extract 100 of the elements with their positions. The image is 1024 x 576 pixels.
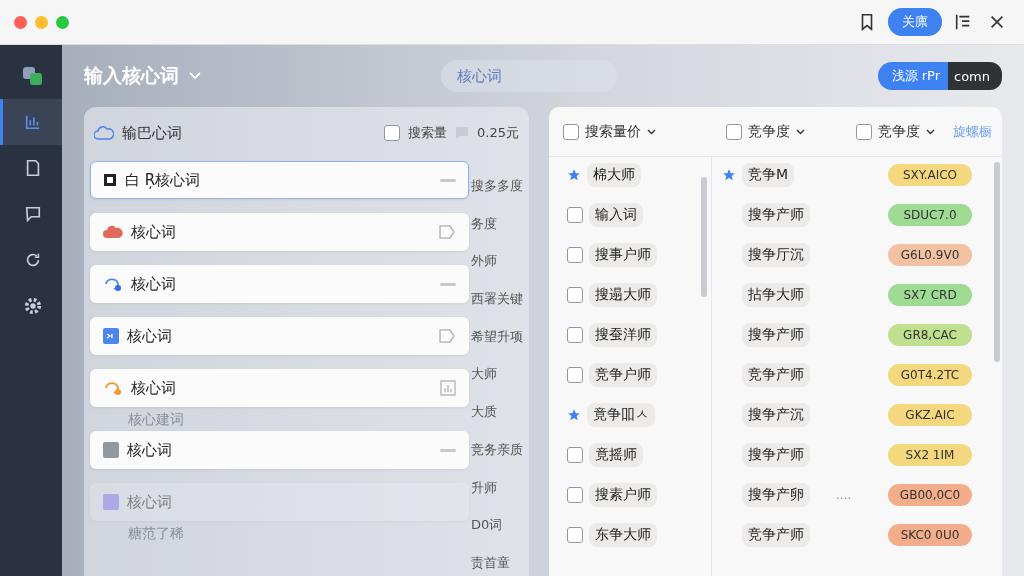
close-icon[interactable]	[988, 13, 1006, 31]
keyword-text: 白 Ŗ核心词	[125, 170, 202, 190]
keyword-chip: 搜争产师	[742, 203, 810, 227]
star-icon[interactable]	[722, 168, 736, 182]
value-badge: SDUC7.0	[888, 204, 972, 226]
bar-chart-icon	[23, 113, 42, 131]
square-icon	[103, 494, 119, 510]
keyword-chip: 竟争吅ㅅ	[587, 403, 655, 427]
side-label: 大师	[471, 365, 498, 384]
value-badge: GR8,CAC	[888, 324, 972, 346]
tag-icon[interactable]	[438, 224, 456, 240]
minus-icon[interactable]	[440, 282, 456, 286]
side-label: 搜多多度	[471, 177, 523, 195]
keyword-card[interactable]: 白 Ŗ核心词	[90, 161, 469, 199]
cloud-icon	[103, 225, 123, 239]
value-badge: SKC0 0U0	[888, 524, 972, 546]
keyword-chip: 竞争产师	[742, 363, 810, 387]
keyword-text: 核心建词	[128, 411, 184, 427]
chat-icon	[23, 205, 42, 223]
keyword-chip: 竞争M	[742, 163, 795, 187]
list-indent-icon[interactable]	[954, 13, 972, 31]
keyword-card[interactable]: 核心词	[90, 369, 469, 407]
keyword-card[interactable]: 核心词	[90, 265, 469, 303]
price-text: 0.25元	[477, 124, 519, 142]
keyword-text: 核心词	[127, 326, 173, 346]
side-label: 升师	[471, 478, 498, 497]
side-label: 竞务亲质	[471, 440, 523, 459]
keyword-chip: 输入词	[589, 203, 643, 227]
side-label: 外师	[471, 252, 498, 271]
checkbox[interactable]	[567, 527, 583, 543]
primary-button[interactable]: 关廪	[888, 8, 942, 36]
square-icon	[103, 442, 119, 458]
checkbox[interactable]	[563, 123, 579, 140]
checkbox[interactable]	[384, 125, 401, 141]
cloud-icon	[94, 126, 114, 140]
keyword-chip: 搜蚕洋师	[589, 323, 657, 347]
minus-icon[interactable]	[440, 178, 456, 182]
keyword-chip: 搜素户师	[589, 483, 657, 507]
keyword-text: 核心词	[131, 378, 177, 398]
checkbox[interactable]	[856, 123, 872, 140]
checkbox[interactable]	[567, 247, 583, 263]
keyword-chip: 竞争产师	[742, 523, 810, 547]
star-icon[interactable]	[567, 168, 581, 182]
panel-title: 输巴心词	[122, 123, 182, 143]
keyword-chip: 搜争产卵	[742, 483, 810, 507]
minus-icon[interactable]	[440, 448, 456, 452]
value-badge: SX2 1IM	[888, 444, 972, 466]
chevron-down-icon[interactable]	[647, 128, 656, 135]
maximize-window-button[interactable]	[56, 15, 69, 29]
keyword-text: 核心词	[131, 222, 177, 242]
keyword-chip: 棉大师	[587, 163, 641, 187]
keyword-chip: 东争大师	[589, 523, 657, 547]
keyword-chip: 搜争产师	[742, 443, 810, 467]
keyword-chip: 搜争产沉	[742, 403, 810, 427]
chevron-down-icon[interactable]	[796, 128, 805, 135]
keyword-card[interactable]: 核心词	[90, 431, 469, 469]
side-label: 务度	[471, 214, 498, 233]
column-header[interactable]: 搜索量价	[585, 122, 641, 141]
checkbox[interactable]	[567, 487, 583, 503]
side-label: 希望升项	[471, 327, 523, 346]
checkbox[interactable]	[567, 287, 583, 303]
checkbox[interactable]	[567, 207, 583, 223]
scrollbar[interactable]	[701, 177, 707, 297]
column-header[interactable]: 竞争度	[748, 122, 790, 141]
star-icon[interactable]	[567, 408, 581, 422]
keyword-text: 核心词	[127, 440, 173, 460]
keyword-chip: 搜争产师	[742, 323, 810, 347]
checkbox[interactable]	[567, 447, 583, 463]
side-label: 西署关键	[471, 290, 523, 309]
keyword-text: 核心词	[127, 492, 173, 512]
bar-chart-icon[interactable]	[440, 380, 456, 396]
dark-tag: comn	[948, 62, 1002, 90]
checkbox[interactable]	[567, 327, 583, 343]
side-label: 责首童	[471, 553, 511, 572]
tag-icon[interactable]	[438, 328, 456, 344]
checkbox-label: 搜索量	[408, 124, 448, 142]
keyword-chip: 拈争大师	[742, 283, 810, 307]
value-badge: G0T4.2TC	[888, 364, 972, 386]
action-button[interactable]: 浅源 rPr	[877, 62, 948, 90]
app-logo-icon	[20, 64, 45, 88]
square-icon	[103, 328, 119, 344]
column-header[interactable]: 竞争度	[878, 122, 920, 141]
scrollbar[interactable]	[994, 162, 1000, 362]
minimize-window-button[interactable]	[35, 15, 48, 29]
more-text: ....	[836, 488, 852, 502]
keyword-card[interactable]: 核心词	[90, 213, 469, 251]
close-window-button[interactable]	[14, 15, 27, 29]
keyword-chip: 竟摇师	[589, 443, 643, 467]
settings-icon	[23, 297, 42, 315]
value-badge: GB00,0C0	[888, 484, 972, 506]
value-badge: G6L0.9V0	[888, 244, 972, 266]
value-badge: SXY.AICO	[888, 164, 972, 186]
value-badge: SX7 CRD	[888, 284, 972, 306]
keyword-card[interactable]: 核心词	[90, 317, 469, 355]
search-field[interactable]: 核心词	[441, 60, 617, 92]
side-label: D0词	[471, 516, 504, 535]
chevron-down-icon[interactable]	[926, 128, 935, 135]
checkbox[interactable]	[567, 367, 583, 383]
checkbox[interactable]	[726, 123, 742, 140]
keyword-chip: 搜遢大师	[589, 283, 657, 307]
